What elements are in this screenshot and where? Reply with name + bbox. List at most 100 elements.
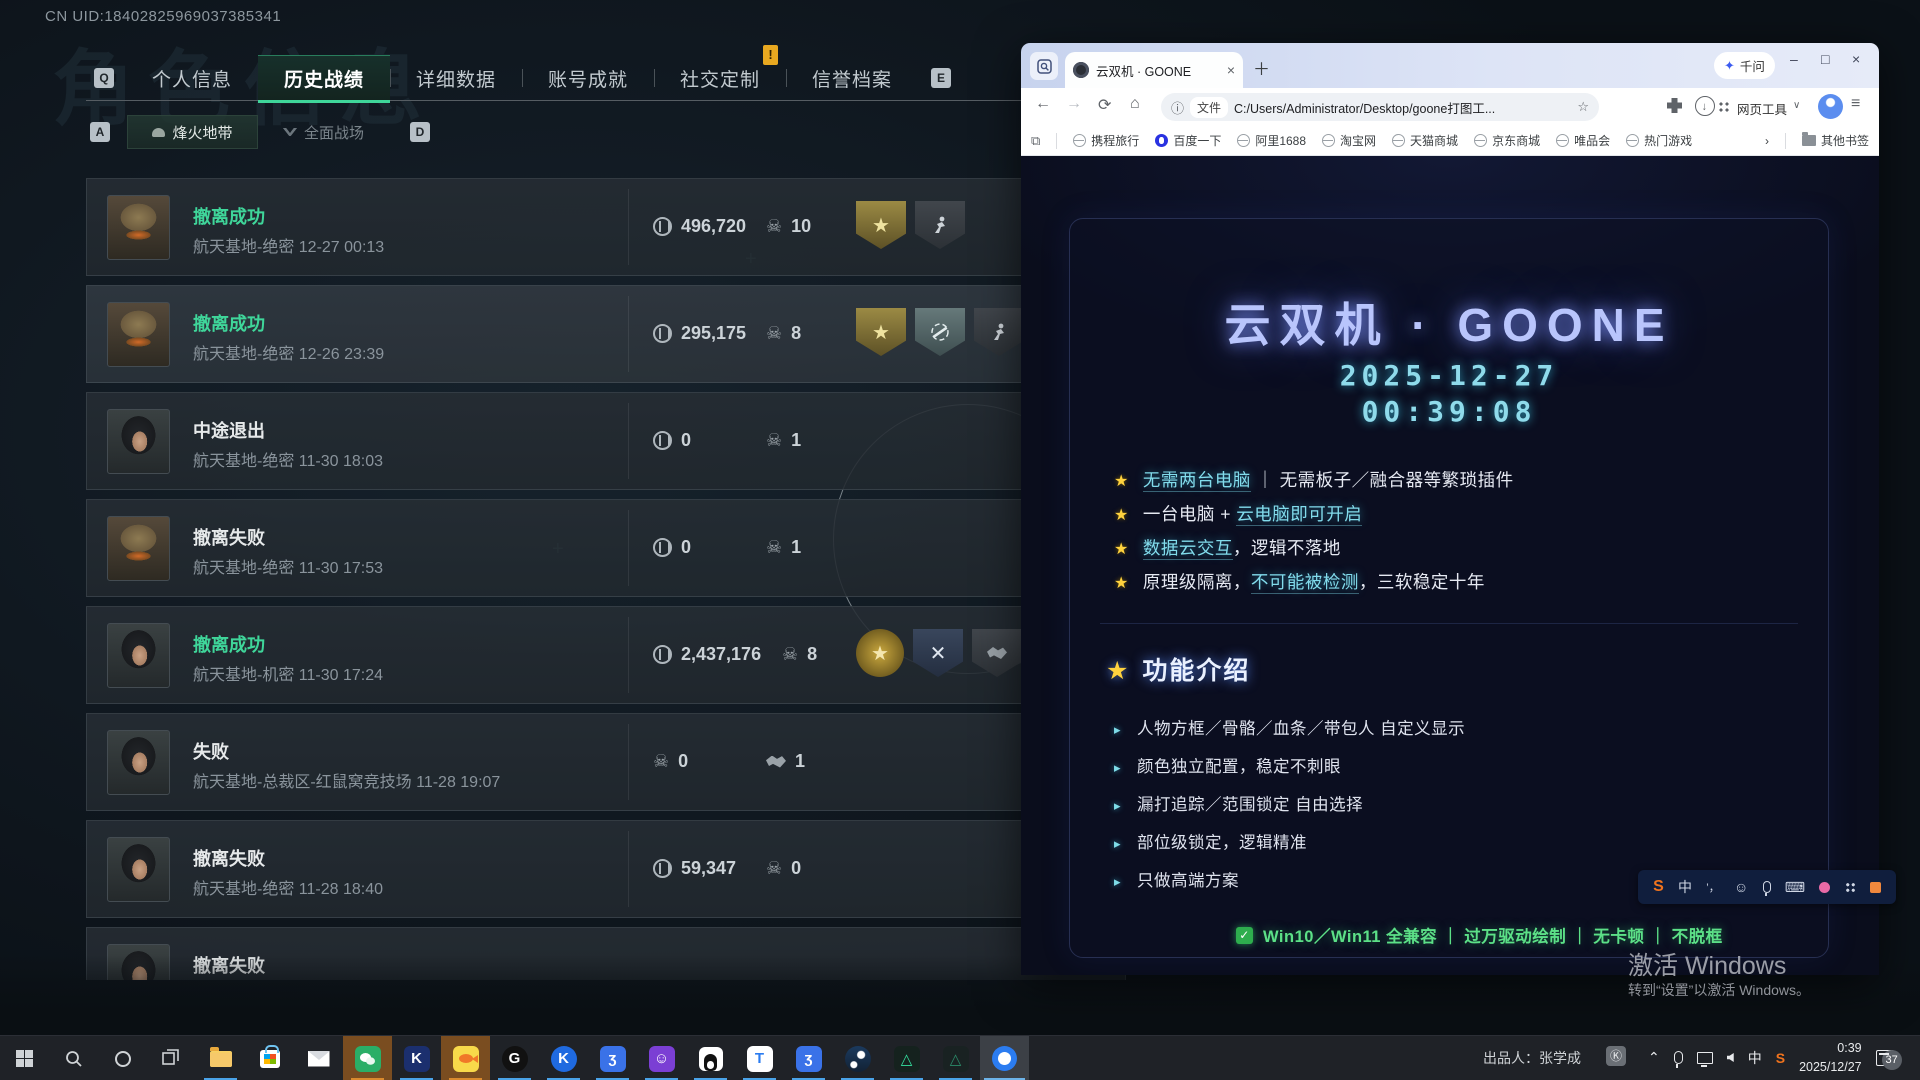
wechat-button[interactable]	[343, 1036, 392, 1080]
notification-count-badge: 37	[1882, 1050, 1902, 1070]
menu-icon[interactable]: ≡	[1851, 95, 1860, 113]
mode-sub-tabs: 烽火地带 全面战场	[127, 115, 389, 149]
match-row[interactable]: 撤离失败 航天基地-绝密 11-30 17:53 0 ☠1	[86, 499, 1126, 597]
seahorse-app-2-button[interactable]: ʒ	[784, 1036, 833, 1080]
microphone-tray-icon[interactable]	[1674, 1051, 1683, 1064]
subtab-hazard-zone[interactable]: 烽火地带	[127, 115, 258, 149]
sogou-logo-icon[interactable]: S	[1653, 878, 1664, 896]
taskbar-search[interactable]	[49, 1036, 98, 1080]
microsoft-store-button[interactable]	[245, 1036, 294, 1080]
emoji-icon[interactable]: ☺	[1734, 879, 1748, 895]
tab-match-history[interactable]: 历史战绩	[258, 55, 390, 101]
mumu-emulator-2-button[interactable]: △	[931, 1036, 980, 1080]
apps-grid-icon[interactable]	[1718, 101, 1730, 113]
match-history-list: 撤离成功 航天基地-绝密 12-27 00:13 496,720 ☠10 ★ 撤…	[86, 178, 1126, 980]
chevron-down-icon[interactable]: ∨	[1793, 100, 1800, 111]
xianyu-button[interactable]	[441, 1036, 490, 1080]
ime-indicator[interactable]: 中	[1748, 1048, 1762, 1068]
match-badges: ★	[856, 201, 965, 249]
match-row[interactable]: 撤离成功 航天基地-绝密 12-26 23:39 295,175 ☠8 ★	[86, 285, 1126, 383]
settings-icon[interactable]	[1870, 882, 1881, 893]
taskbar-clock[interactable]: 0:39 2025/12/27	[1799, 1039, 1862, 1075]
mumu-emulator-button[interactable]: △	[882, 1036, 931, 1080]
reading-list-icon[interactable]: ⧉	[1031, 133, 1040, 149]
steam-button[interactable]	[833, 1036, 882, 1080]
match-row[interactable]: 撤离成功 航天基地-机密 11-30 17:24 2,437,176 ☠8 ★ …	[86, 606, 1126, 704]
tab-personal-info[interactable]: 个人信息	[126, 55, 258, 101]
url-text[interactable]: C:/Users/Administrator/Desktop/goone打图工.…	[1234, 98, 1571, 117]
subtab-warfare[interactable]: 全面战场	[258, 115, 389, 149]
bookmark-1688[interactable]: 阿里1688	[1237, 132, 1306, 149]
other-bookmarks[interactable]: 其他书签	[1802, 132, 1869, 149]
toolbox-grid-icon[interactable]	[1845, 882, 1856, 893]
notification-center-icon[interactable]: 37	[1876, 1050, 1894, 1066]
skin-icon[interactable]	[1819, 882, 1830, 893]
volume-tray-icon[interactable]	[1727, 1053, 1734, 1062]
minimize-button[interactable]: –	[1790, 51, 1798, 67]
player-uid: CN UID:18402825969037385341	[45, 8, 281, 25]
seahorse-app-button[interactable]: ʒ	[588, 1036, 637, 1080]
bookmark-label: 淘宝网	[1340, 132, 1376, 149]
bookmark-games[interactable]: 热门游戏	[1626, 132, 1692, 149]
match-row[interactable]: 撤离成功 航天基地-绝密 12-27 00:13 496,720 ☠10 ★	[86, 178, 1126, 276]
extensions-icon[interactable]	[1667, 98, 1682, 113]
file-explorer-button[interactable]	[196, 1036, 245, 1080]
tab-detailed-data[interactable]: 详细数据	[390, 55, 522, 101]
mail-button[interactable]	[294, 1036, 343, 1080]
match-row[interactable]: 中途退出 航天基地-绝密 11-30 18:03 0 ☠1	[86, 392, 1126, 490]
browser-active-tab[interactable]: 云双机 · GOONE ×	[1065, 52, 1243, 88]
match-map-time: 航天基地-绝密 11-28 18:40	[193, 875, 383, 899]
tab-achievements[interactable]: 账号成就	[522, 55, 654, 101]
profile-avatar[interactable]	[1818, 94, 1843, 119]
bookmark-tmall[interactable]: 天猫商城	[1392, 132, 1458, 149]
new-tab-button[interactable]: ＋	[1253, 55, 1270, 80]
bookmark-vip[interactable]: 唯品会	[1556, 132, 1610, 149]
maximize-button[interactable]: □	[1821, 51, 1829, 67]
back-button[interactable]: ←	[1035, 95, 1051, 113]
qwen-assistant-button[interactable]: ✦ 千问	[1714, 52, 1775, 79]
download-icon[interactable]: →	[1695, 96, 1715, 116]
media-bot-button[interactable]: ☺	[637, 1036, 686, 1080]
close-button[interactable]: ×	[1852, 51, 1860, 67]
bookmark-star-icon[interactable]: ☆	[1577, 99, 1589, 115]
workspace-search-icon[interactable]	[1030, 52, 1058, 80]
task-view-button[interactable]	[147, 1036, 196, 1080]
tray-expand-icon[interactable]: ⌃	[1648, 1049, 1660, 1066]
bookmark-ctrip[interactable]: 携程旅行	[1073, 132, 1139, 149]
start-button[interactable]	[0, 1036, 49, 1080]
bookmark-taobao[interactable]: 淘宝网	[1322, 132, 1376, 149]
home-button[interactable]: ⌂	[1130, 95, 1140, 113]
cortana-button[interactable]	[98, 1036, 147, 1080]
sogou-tray-icon[interactable]: S	[1776, 1050, 1785, 1066]
keep-k-button[interactable]: K	[539, 1036, 588, 1080]
info-icon[interactable]: ⓘ	[1171, 98, 1184, 117]
match-row[interactable]: 撤离失败	[86, 927, 1126, 980]
keyboard-icon[interactable]: ⌨	[1785, 879, 1805, 896]
tab-close-icon[interactable]: ×	[1227, 62, 1235, 78]
tencent-docs-button[interactable]: T	[735, 1036, 784, 1080]
ime-mode-icon[interactable]: 中	[1678, 877, 1692, 897]
logitech-g-button[interactable]: G	[490, 1036, 539, 1080]
address-bar[interactable]: ⓘ 文件 C:/Users/Administrator/Desktop/goon…	[1161, 93, 1599, 121]
globe-icon	[1556, 134, 1569, 147]
punctuation-icon[interactable]: ’，	[1706, 879, 1719, 895]
match-row[interactable]: 失败 航天基地-总裁区-红鼠窝竞技场 11-28 19:07 ☠0 1	[86, 713, 1126, 811]
reload-button[interactable]: ⟳	[1098, 95, 1111, 115]
k-video-app-button[interactable]: K	[392, 1036, 441, 1080]
bookmark-jd[interactable]: 京东商城	[1474, 132, 1540, 149]
bookmarks-overflow-chevron[interactable]: ›	[1765, 134, 1769, 148]
tab-reputation[interactable]: 信誉档案	[786, 55, 918, 101]
bookmark-baidu[interactable]: 百度一下	[1155, 132, 1221, 149]
quark-browser-button[interactable]	[980, 1036, 1029, 1080]
voice-input-icon[interactable]	[1763, 881, 1771, 893]
feature-item: ▸人物方框／骨骼／血条／带包人 自定义显示	[1114, 715, 1465, 739]
forward-button[interactable]: →	[1066, 95, 1082, 113]
bookmark-label: 唯品会	[1574, 132, 1610, 149]
wechat-icon	[355, 1046, 381, 1072]
match-map-time: 航天基地-总裁区-红鼠窝竞技场 11-28 19:07	[193, 768, 500, 792]
sogou-input-toolbar[interactable]: S 中 ’， ☺ ⌨	[1638, 870, 1896, 904]
network-tray-icon[interactable]	[1697, 1052, 1713, 1064]
match-row[interactable]: 撤离失败 航天基地-绝密 11-28 18:40 59,347 ☠0	[86, 820, 1126, 918]
qq-button[interactable]	[686, 1036, 735, 1080]
web-tools-label[interactable]: 网页工具	[1737, 99, 1787, 118]
